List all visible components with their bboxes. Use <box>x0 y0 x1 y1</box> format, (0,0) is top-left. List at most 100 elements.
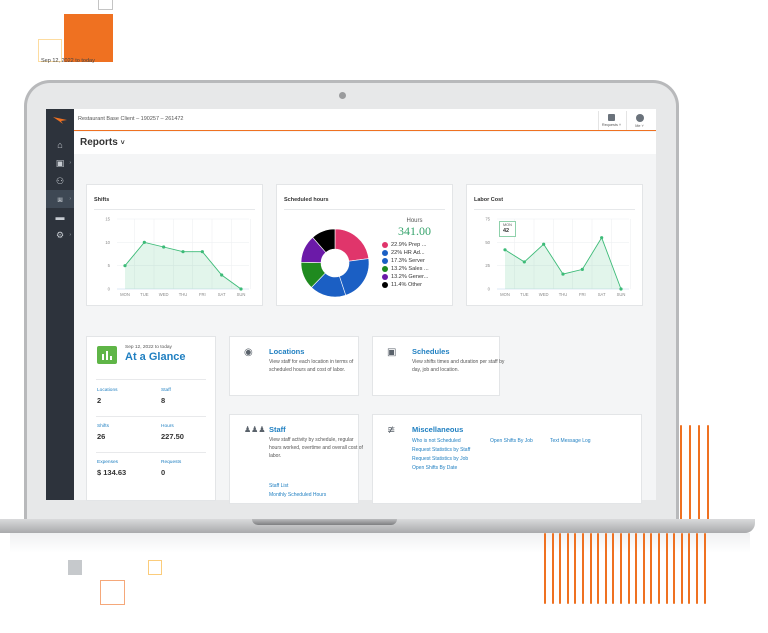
legend-label: 13.2% Sales ... <box>391 266 429 272</box>
monthly-hours-link[interactable]: Monthly Scheduled Hours <box>269 492 326 498</box>
data-point <box>542 242 546 246</box>
card-title: Labor Cost <box>474 197 504 203</box>
donut-legend: Hours 341.00 22.9% Prep ... 22% HR Ad... 1… <box>382 218 447 289</box>
top-bar: Restaurant Base Client – 190257 – 261472… <box>74 109 656 131</box>
sidebar-item-settings[interactable]: ⚙ › <box>46 226 74 244</box>
home-icon: ⌂ <box>57 140 63 150</box>
stat-value: 227.50 <box>161 432 184 441</box>
x-tick-label: SAT <box>598 292 606 297</box>
tile-title[interactable]: Locations <box>269 347 304 356</box>
x-tick-label: THU <box>559 292 568 297</box>
sidebar-item-staff[interactable]: ⚇ <box>46 172 74 190</box>
misc-link[interactable]: Text Message Log <box>550 438 591 444</box>
y-tick-label: 0 <box>488 287 491 292</box>
x-tick-label: FRI <box>199 292 206 297</box>
legend-item[interactable]: 17.3% Server <box>382 257 447 265</box>
settings-icon: ⚙ <box>55 229 65 240</box>
sidebar-item-reports[interactable]: ⩏ › <box>46 190 74 208</box>
stat-label: Expenses <box>97 460 119 465</box>
labor-cost-card: Labor Cost 0 25 50 75 MON TUE WED THU FRI SAT SUN … <box>466 184 643 306</box>
stat-value: 8 <box>161 396 166 405</box>
legend-swatch <box>382 250 388 256</box>
legend-label: 22.9% Prep ... <box>391 242 427 248</box>
labor-cost-chart: 0 25 50 75 MON TUE WED THU FRI SAT SUN <box>485 217 631 297</box>
y-tick-label: 0 <box>108 287 111 292</box>
staff-tile: ♟♟♟ Staff View staff activity by schedul… <box>229 414 363 504</box>
legend-item[interactable]: 11.4% Other <box>382 281 447 289</box>
misc-link[interactable]: Who is not Scheduled <box>412 438 461 444</box>
scheduled-hours-card: Scheduled hours Hours 341.00 22.9% Prep … <box>276 184 453 306</box>
misc-link[interactable]: Request Statistics by Job <box>412 456 468 462</box>
legend-swatch <box>382 242 388 248</box>
stat-label: Staff <box>161 388 171 393</box>
data-point <box>561 272 565 276</box>
clipboard-icon <box>608 114 615 121</box>
legend-label: 13.2% Gener... <box>391 274 429 280</box>
pie-slice <box>334 228 370 262</box>
tile-title[interactable]: Miscellaneous <box>412 425 463 434</box>
data-point <box>162 245 166 249</box>
misc-link[interactable]: Open Shifts By Job <box>490 438 533 444</box>
chart-tooltip: MON 42 <box>499 221 516 238</box>
y-tick-label: 15 <box>105 217 110 222</box>
legend-swatch <box>382 266 388 272</box>
y-tick-label: 5 <box>108 263 111 268</box>
glance-title: At a Glance <box>125 351 186 363</box>
data-point <box>522 260 526 264</box>
data-point <box>123 264 127 268</box>
client-name: Restaurant Base Client – 190257 – 261472 <box>78 116 184 122</box>
schedules-tile[interactable]: ▣ Schedules View shifts times and durati… <box>372 336 504 396</box>
chevron-down-icon: ˅ <box>120 140 125 147</box>
page-title-dropdown[interactable]: Reports ˅ <box>80 137 125 148</box>
stat-label: Requests <box>161 460 182 465</box>
data-point <box>200 250 204 254</box>
y-tick-label: 75 <box>485 217 490 222</box>
x-tick-label: SUN <box>617 292 626 297</box>
requests-button[interactable]: Requests ˅ <box>598 111 624 130</box>
sidebar-item-messages[interactable]: ▬ <box>46 208 74 226</box>
shifts-chart: 0 5 10 15 MON TUE WED THU FRI SAT SUN <box>105 217 251 297</box>
legend-swatch <box>382 282 388 288</box>
stat-value: 0 <box>161 468 166 477</box>
data-point <box>580 267 584 271</box>
staff-icon: ⚇ <box>55 175 65 186</box>
data-point <box>619 287 623 291</box>
sidebar-item-home[interactable]: ⌂ <box>46 136 74 154</box>
hours-total: 341.00 <box>398 224 431 238</box>
legend-swatch <box>382 258 388 264</box>
stat-value: 26 <box>97 432 106 441</box>
x-tick-label: SAT <box>218 292 226 297</box>
legend-item[interactable]: 22% HR Ad... <box>382 249 447 257</box>
data-point <box>181 250 185 254</box>
misc-link[interactable]: Request Statistics by Staff <box>412 447 470 453</box>
chevron-right-icon: › <box>69 196 71 202</box>
staff-list-link[interactable]: Staff List <box>269 483 288 489</box>
decor-square <box>98 0 113 10</box>
logo-icon <box>53 117 67 124</box>
x-tick-label: TUE <box>140 292 149 297</box>
data-point <box>220 273 224 277</box>
data-point <box>600 236 604 240</box>
shifts-chart-card: Shifts 0 5 10 15 MON TUE WED THU FRI SAT SUN <box>86 184 263 306</box>
stat-value: 2 <box>97 396 102 405</box>
legend-item[interactable]: 22.9% Prep ... <box>382 241 447 249</box>
locations-tile[interactable]: ◉ Locations View staff for each location… <box>229 336 359 396</box>
sidebar-item-schedule[interactable]: ▣ › <box>46 154 74 172</box>
card-title: Shifts <box>94 197 110 203</box>
bar-chart-icon <box>97 346 117 364</box>
decor-square <box>100 580 125 605</box>
me-menu-button[interactable]: Me ˅ <box>626 111 652 130</box>
x-tick-label: MON <box>500 292 510 297</box>
tile-title[interactable]: Schedules <box>412 347 450 356</box>
misc-link[interactable]: Open Shifts By Date <box>412 465 457 471</box>
scheduled-hours-donut <box>300 228 370 298</box>
legend-label: 17.3% Server <box>391 258 425 264</box>
area-fill <box>505 237 621 289</box>
trend-line-icon: ≇ <box>387 425 396 436</box>
legend-item[interactable]: 13.2% Gener... <box>382 273 447 281</box>
at-a-glance-card: Sep 12, 2022 to today At a Glance Locati… <box>86 336 216 501</box>
x-tick-label: TUE <box>520 292 529 297</box>
tile-title[interactable]: Staff <box>269 425 286 434</box>
legend-item[interactable]: 13.2% Sales ... <box>382 265 447 273</box>
reports-icon: ⩏ <box>57 193 63 204</box>
